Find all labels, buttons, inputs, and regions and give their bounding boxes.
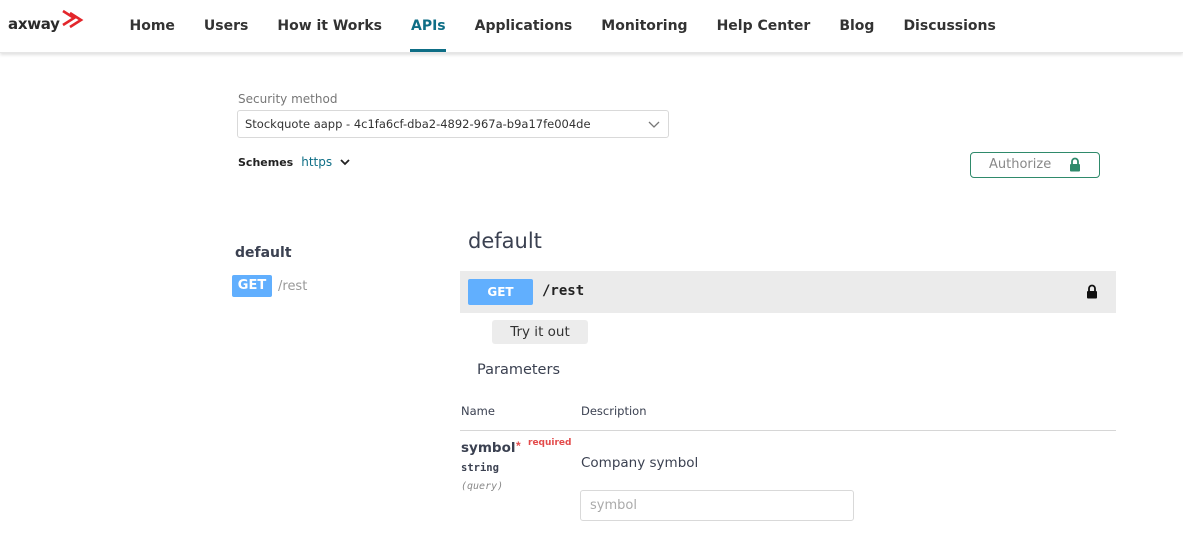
nav-discussions[interactable]: Discussions xyxy=(889,0,1010,53)
sidebar-operation-get-rest[interactable]: GET /rest xyxy=(232,275,307,297)
nav-users[interactable]: Users xyxy=(189,0,262,53)
security-method-select[interactable]: Stockquote aapp - 4c1fa6cf-dba2-4892-967… xyxy=(237,110,669,138)
sidebar-tag-title[interactable]: default xyxy=(235,245,292,261)
nav-home[interactable]: Home xyxy=(115,0,189,53)
parameter-type: string xyxy=(461,462,499,474)
schemes-label: Schemes xyxy=(238,155,294,169)
nav-applications[interactable]: Applications xyxy=(460,0,587,53)
main-nav: Home Users How it Works APIs Application… xyxy=(115,0,1010,53)
axway-chevrons-icon xyxy=(61,9,84,29)
tag-section-title: default xyxy=(468,229,542,253)
schemes-value: https xyxy=(301,155,333,169)
nav-blog[interactable]: Blog xyxy=(825,0,889,53)
parameters-heading: Parameters xyxy=(477,362,560,378)
sidebar-operation-path: /rest xyxy=(278,278,308,294)
chevron-down-icon xyxy=(340,159,350,166)
method-badge-get: GET xyxy=(468,279,533,305)
authorize-label: Authorize xyxy=(989,157,1052,172)
column-header-name: Name xyxy=(461,404,495,418)
nav-how-it-works[interactable]: How it Works xyxy=(263,0,397,53)
sidebar-method-badge: GET xyxy=(232,275,272,297)
required-star: * xyxy=(516,439,521,453)
lock-icon xyxy=(1070,157,1080,172)
axway-logo[interactable]: axway xyxy=(8,9,87,38)
lock-icon[interactable] xyxy=(1086,284,1098,299)
try-it-out-button[interactable]: Try it out xyxy=(492,320,588,344)
column-header-description: Description xyxy=(581,404,647,418)
authorize-button[interactable]: Authorize xyxy=(970,152,1100,178)
security-method-value: Stockquote aapp - 4c1fa6cf-dba2-4892-967… xyxy=(245,117,591,131)
parameter-location: (query) xyxy=(461,481,504,492)
nav-help-center[interactable]: Help Center xyxy=(702,0,825,53)
chevron-down-icon xyxy=(648,121,660,128)
logo-text: axway xyxy=(8,15,60,33)
nav-apis[interactable]: APIs xyxy=(396,0,460,53)
symbol-input[interactable] xyxy=(580,490,854,521)
parameter-name: symbol xyxy=(461,440,516,456)
operation-summary[interactable]: GET /rest xyxy=(460,271,1116,313)
security-method-label: Security method xyxy=(238,92,338,106)
required-label: required xyxy=(528,438,572,448)
operation-path: /rest xyxy=(542,283,585,299)
nav-monitoring[interactable]: Monitoring xyxy=(587,0,702,53)
schemes-selector[interactable]: Schemes https xyxy=(238,155,350,169)
parameters-divider xyxy=(460,430,1116,431)
top-navigation-bar: axway Home Users How it Works APIs Appli… xyxy=(0,0,1183,53)
parameter-description: Company symbol xyxy=(581,455,699,471)
